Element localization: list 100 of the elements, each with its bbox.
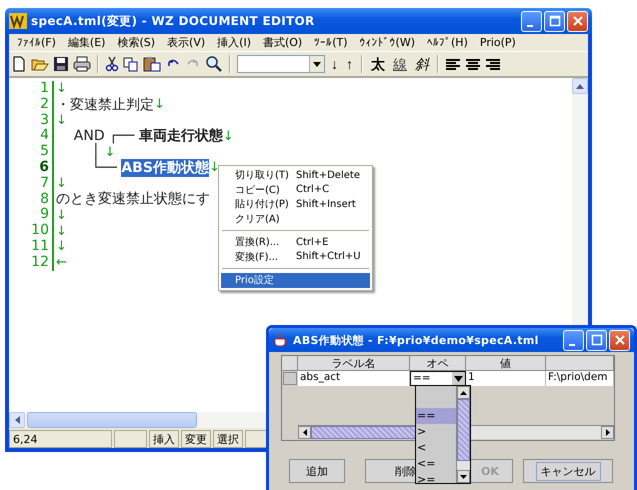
window-title: specA.tml(変更) - WZ DOCUMENT EDITOR [31,12,316,30]
maximize-button[interactable] [586,330,607,350]
scroll-up-icon[interactable] [460,390,467,394]
align-center-icon[interactable] [465,57,481,71]
line-end-mark: ↓ [208,160,220,176]
menu-item[interactable]: ｳｨﾝﾄﾞｳ(W) [354,36,422,49]
line-end-mark: ↓ [56,239,67,254]
scroll-track[interactable] [457,461,470,470]
text-line: AND ┌── [72,128,136,144]
menu-item[interactable]: ﾌｧｲﾙ(F) [11,36,62,49]
line-end-mark: ↓ [56,176,67,192]
text-line: └── [90,160,118,176]
close-button[interactable] [567,10,588,32]
menu-item[interactable]: 変換(F)... Shift+Ctrl+U [221,250,370,264]
status-panel [114,430,147,448]
dialog-button[interactable]: キャンセル [523,459,613,483]
toolbar-button[interactable]: ↑ [344,55,355,73]
menu-item[interactable]: ﾂｰﾙ(T) [308,36,354,49]
print-icon[interactable] [73,56,91,72]
minimize-icon [527,24,533,26]
align-right-icon[interactable] [485,57,501,71]
label-text: 車両走行状態 [138,127,223,146]
menu-item[interactable]: 表示(V) [161,35,212,50]
app-logo-icon [9,13,27,29]
vertical-scrollbar[interactable] [456,386,470,483]
status-indicator: 挿入 [149,430,179,448]
menu-item[interactable]: 挿入(I) [211,35,257,50]
search-icon[interactable] [205,55,223,73]
style-combo-box[interactable] [237,55,325,73]
menu-item[interactable]: Prio設定 [221,273,370,288]
dialog-button[interactable]: 追加 [289,459,345,483]
new-file-icon[interactable] [11,56,27,72]
close-icon [572,15,584,27]
line-end-mark: ↓ [154,97,165,112]
line-end-mark: ↓ [56,224,67,239]
window-title: ABS作動状態 - F:¥prio¥demo¥specA.tml [293,332,540,348]
maximize-icon [590,334,602,346]
table-cell[interactable]: 1 [466,371,546,386]
toolbar-button[interactable]: 斜 [413,55,431,73]
line-number: 10 [9,223,54,239]
line-end-mark: ↓ [56,208,67,223]
copy-icon[interactable] [123,56,139,72]
menu-item[interactable]: 貼り付け(P) Shift+Insert [221,197,370,212]
text-line: のとき変速禁止状態にす [56,190,210,208]
scroll-right-icon[interactable] [606,429,610,436]
scroll-left-icon[interactable] [302,429,306,436]
align-left-icon[interactable] [445,57,461,71]
toolbar-button[interactable]: 太 [369,55,387,73]
line-number: 9 [9,207,54,224]
text-line: ・変速禁止判定 [56,96,154,114]
minimize-button[interactable] [563,330,584,350]
close-icon [614,334,626,346]
line-end-mark: ↓ [222,128,234,144]
line-number: 4 [9,128,54,144]
menu-item[interactable]: 編集(E) [62,35,112,50]
column-header[interactable]: オペ [410,356,466,371]
line-end-mark: ↓ [56,112,67,128]
scroll-thumb[interactable] [457,399,470,461]
table-cell[interactable]: F:\prio\dem [546,371,614,386]
dropdown-option[interactable]: < [416,440,456,456]
line-number: 8 [9,192,54,208]
table-cell[interactable]: abs_act [298,371,410,386]
text-line: │ [90,144,100,160]
maximize-button[interactable] [544,10,565,32]
menu-item[interactable]: 切り取り(T) Shift+Delete [221,168,370,182]
line-end-mark: ← [56,255,67,270]
line-number: 11 [9,238,54,255]
cursor-position: 6,24 [9,430,112,448]
minimize-icon [569,344,575,346]
menu-item[interactable]: クリア(A) [221,212,370,226]
toolbar-button[interactable]: ↓ [329,55,340,73]
dropdown-option[interactable]: > [416,424,456,440]
status-indicator: 選択 [213,430,243,448]
menu-item[interactable]: 書式(O) [256,35,308,50]
toolbar-button[interactable]: 線 [391,55,409,73]
menu-item[interactable]: 置換(R)... Ctrl+E [221,235,370,250]
paste-icon[interactable] [143,56,161,72]
table-corner-cell [282,356,298,371]
maximize-icon [548,15,560,27]
operator-dropdown[interactable]: == [410,371,466,386]
save-icon[interactable] [53,56,69,72]
scroll-down-icon[interactable] [460,474,467,478]
menu-item[interactable]: ﾍﾙﾌﾟ(H) [421,36,474,49]
column-header[interactable]: ラベル名 [298,356,410,371]
menu-item[interactable]: コピー(C) Ctrl+C [221,182,370,197]
close-button[interactable] [609,330,630,350]
column-header[interactable]: 値 [466,356,546,371]
scissors-icon[interactable] [105,56,119,72]
column-header[interactable] [546,356,614,371]
minimize-button[interactable] [521,10,542,32]
line-number: 7 [9,176,54,192]
menu-item[interactable]: 検索(S) [111,35,162,50]
dropdown-option[interactable]: == [416,408,456,424]
status-indicator: 変更 [181,430,211,448]
menu-item[interactable]: Prio(P) [474,36,522,49]
line-end-mark: ↓ [104,144,116,160]
dropdown-arrow-icon [313,62,321,66]
scroll-thumb[interactable] [27,412,197,428]
line-end-mark: ↓ [56,81,67,96]
dropdown-arrow-icon [454,376,463,382]
